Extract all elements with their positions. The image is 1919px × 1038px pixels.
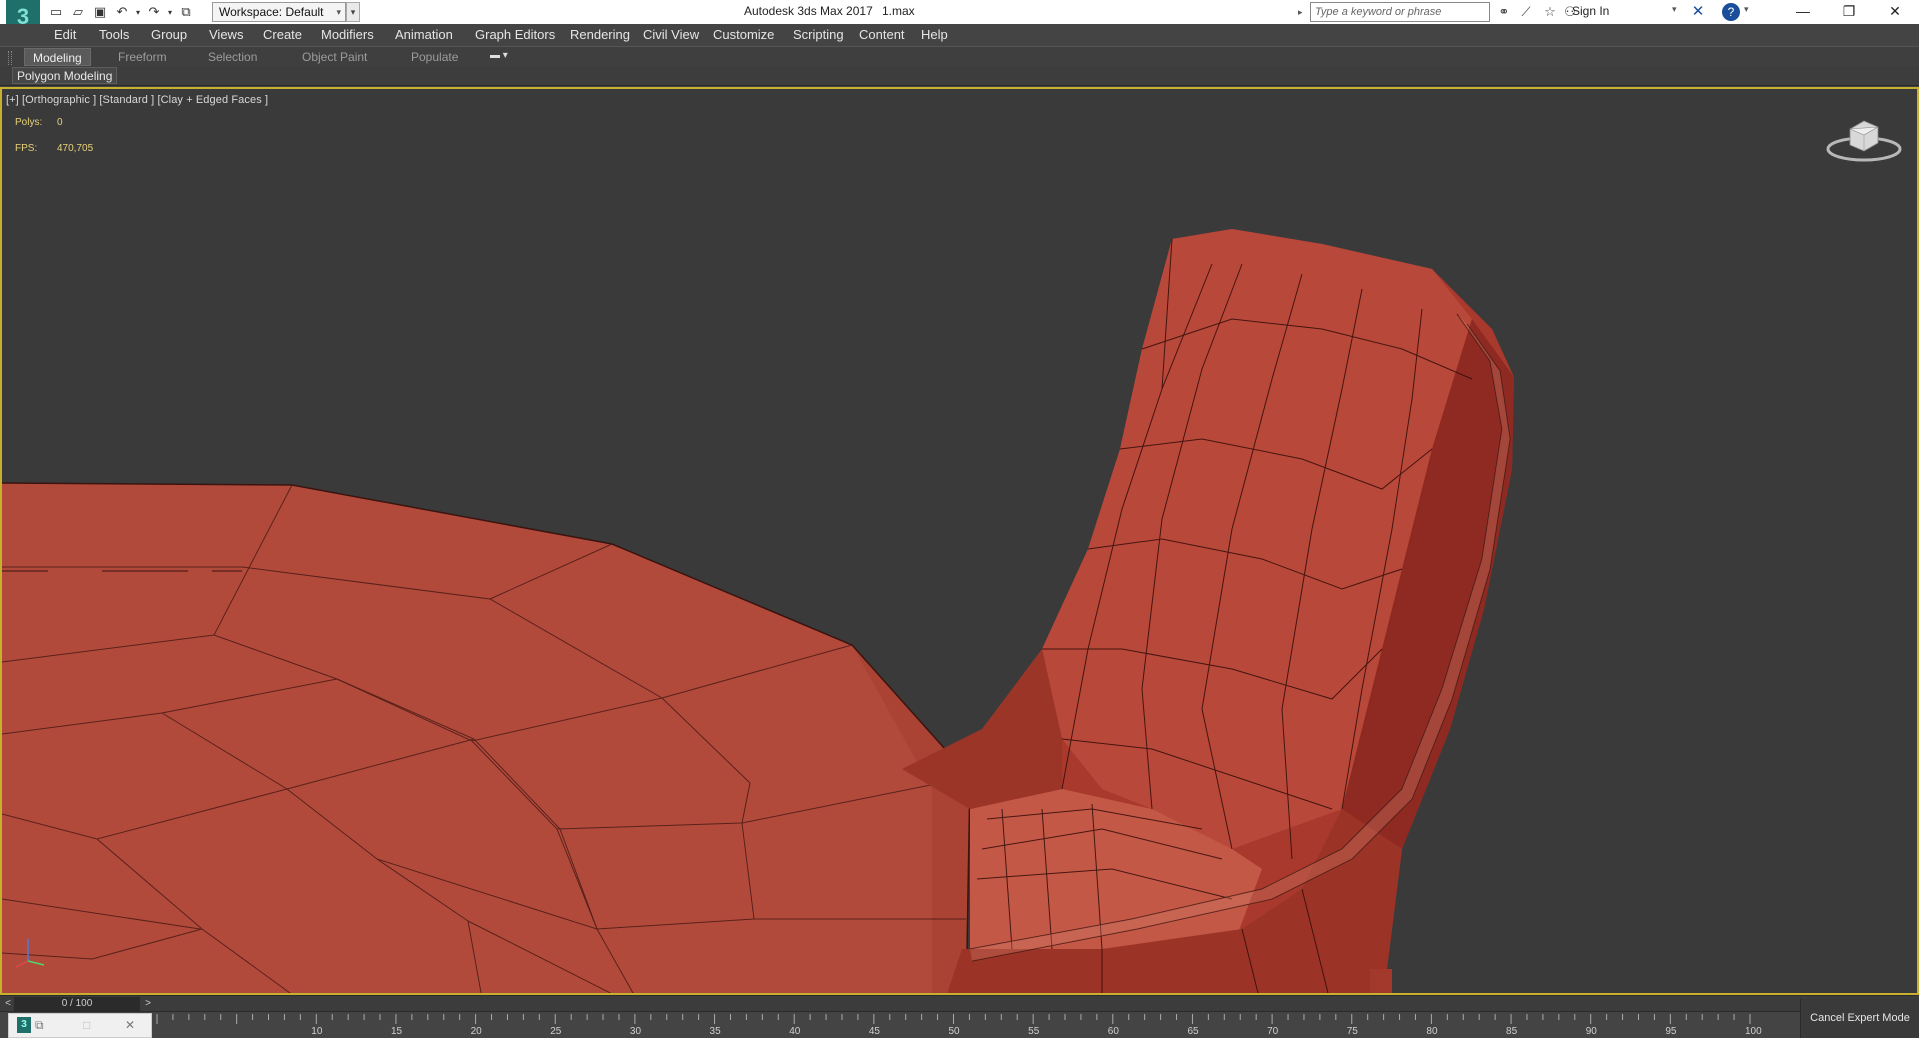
menu-edit[interactable]: Edit <box>54 27 76 42</box>
tab-freeform[interactable]: Freeform <box>110 48 175 66</box>
stat-fps-label: FPS: <box>15 143 38 154</box>
redo-dropdown-icon[interactable]: ▾ <box>166 3 174 21</box>
sign-in-button[interactable]: Sign In <box>1572 4 1609 18</box>
track-tick-label: 85 <box>1506 1026 1518 1037</box>
menu-civil-view[interactable]: Civil View <box>643 27 699 42</box>
chair-mesh <box>902 229 1514 993</box>
track-tick-label: 15 <box>390 1026 403 1037</box>
viewport-label[interactable]: [+] [Orthographic ] [Standard ] [Clay + … <box>6 94 268 106</box>
chevron-down-icon[interactable]: ▾ <box>1744 4 1749 15</box>
menu-views[interactable]: Views <box>209 27 243 42</box>
track-tick-label: 10 <box>311 1026 323 1037</box>
communication-icon[interactable]: ⟋ <box>1516 3 1536 21</box>
track-tick-label: 60 <box>1107 1026 1119 1037</box>
menu-customize[interactable]: Customize <box>713 27 774 42</box>
customize-quick-access-button[interactable]: ▾ <box>346 2 360 22</box>
taskbar-thumbnail[interactable]: 3 ⧉ □ ✕ <box>8 1013 152 1038</box>
window-file-name: 1.max <box>882 4 915 18</box>
time-next-button[interactable]: > <box>142 997 154 1011</box>
project-icon[interactable]: ⧉ <box>176 3 196 21</box>
menu-tools[interactable]: Tools <box>99 27 129 42</box>
menu-rendering[interactable]: Rendering <box>570 27 630 42</box>
track-tick-label: 100 <box>1745 1026 1762 1037</box>
track-tick-label: 80 <box>1426 1026 1438 1037</box>
new-file-icon[interactable]: ▭ <box>46 3 66 21</box>
tab-populate[interactable]: Populate <box>403 48 466 66</box>
tab-object-paint[interactable]: Object Paint <box>294 48 375 66</box>
menu-group[interactable]: Group <box>151 27 187 42</box>
track-tick-label: 35 <box>709 1026 721 1037</box>
redo-icon[interactable]: ↷ <box>144 3 164 21</box>
stat-polys-label: Polys: <box>15 117 43 128</box>
save-icon[interactable]: ▣ <box>90 3 110 21</box>
polygon-modeling-panel[interactable]: Polygon Modeling <box>12 67 118 84</box>
window-title: Autodesk 3ds Max 2017 <box>744 4 873 18</box>
track-tick-label: 75 <box>1346 1026 1358 1037</box>
track-tick-label: 40 <box>789 1026 801 1037</box>
track-tick-label: 55 <box>1028 1026 1040 1037</box>
stat-polys-value: 0 <box>57 117 63 128</box>
track-tick-label: 50 <box>948 1026 960 1037</box>
ribbon-options-icon[interactable]: ▬ ▾ <box>490 50 508 61</box>
binoculars-icon[interactable]: ⚭ <box>1494 3 1514 21</box>
viewport-orthographic[interactable]: [+] [Orthographic ] [Standard ] [Clay + … <box>0 87 1919 995</box>
stat-fps: FPS: 470,705 <box>15 143 93 154</box>
menu-scripting[interactable]: Scripting <box>793 27 844 42</box>
close-button[interactable]: ✕ <box>1872 0 1918 24</box>
track-tick-label: 70 <box>1267 1026 1279 1037</box>
viewcube-icon[interactable] <box>1824 109 1904 169</box>
table-mesh <box>2 482 971 993</box>
menu-graph-editors[interactable]: Graph Editors <box>475 27 555 42</box>
workspace-label: Workspace: Default <box>219 5 324 19</box>
chevron-down-icon[interactable]: ▾ <box>1672 4 1677 15</box>
maximize-icon[interactable]: □ <box>83 1018 90 1032</box>
restore-icon[interactable]: ⧉ <box>35 1018 44 1033</box>
menu-content[interactable]: Content <box>859 27 905 42</box>
time-slider-thumb[interactable]: 0 / 100 <box>14 997 140 1011</box>
open-file-icon[interactable]: ▱ <box>68 3 88 21</box>
ribbon-grip-handle[interactable] <box>8 51 12 65</box>
ribbon-panel: Polygon Modeling <box>0 66 1919 86</box>
minimize-button[interactable]: — <box>1780 0 1826 24</box>
chevron-down-icon: ▾ <box>336 7 341 17</box>
undo-dropdown-icon[interactable]: ▾ <box>134 3 142 21</box>
autodesk-x-icon[interactable]: ✕ <box>1688 3 1708 21</box>
quick-access-toolbar: ▭ ▱ ▣ ↶ ▾ ↷ ▾ ⧉ <box>46 3 196 21</box>
cancel-expert-mode-button[interactable]: Cancel Expert Mode <box>1800 999 1919 1038</box>
track-tick-label: 20 <box>470 1026 482 1037</box>
menu-animation[interactable]: Animation <box>395 27 453 42</box>
menu-create[interactable]: Create <box>263 27 302 42</box>
axis-tripod-icon <box>15 939 45 968</box>
app-logo-icon: 3 <box>17 1017 31 1033</box>
track-tick-label: 30 <box>629 1026 642 1037</box>
tab-selection[interactable]: Selection <box>200 48 265 66</box>
track-tick-label: 95 <box>1665 1026 1677 1037</box>
ribbon-tabs: Modeling Freeform Selection Object Paint… <box>0 46 1919 66</box>
menu-bar: Edit Tools Group Views Create Modifiers … <box>0 24 1919 46</box>
track-tick-label: 90 <box>1585 1026 1597 1037</box>
track-tick-label: 25 <box>550 1026 562 1037</box>
time-prev-button[interactable]: < <box>2 997 14 1011</box>
stat-fps-value: 470,705 <box>57 143 94 154</box>
favorites-icon[interactable]: ☆ <box>1540 3 1560 21</box>
menu-modifiers[interactable]: Modifiers <box>321 27 374 42</box>
title-bar: 3 ▭ ▱ ▣ ↶ ▾ ↷ ▾ ⧉ Workspace: Default ▾ ▾… <box>0 0 1919 40</box>
restore-button[interactable]: ❐ <box>1826 0 1872 24</box>
track-tick-label: 65 <box>1187 1026 1199 1037</box>
workspace-select[interactable]: Workspace: Default ▾ <box>212 2 346 22</box>
search-input[interactable]: Type a keyword or phrase <box>1310 2 1490 22</box>
menu-help[interactable]: Help <box>921 27 948 42</box>
undo-icon[interactable]: ↶ <box>112 3 132 21</box>
help-icon[interactable]: ? <box>1722 3 1740 21</box>
search-expand-icon[interactable]: ▸ <box>1298 3 1308 21</box>
scene-mesh[interactable] <box>2 89 1917 993</box>
stat-polys: Polys: 0 <box>15 117 63 128</box>
track-tick-label: 45 <box>868 1026 880 1037</box>
tab-modeling[interactable]: Modeling <box>24 48 91 66</box>
close-icon[interactable]: ✕ <box>125 1018 135 1032</box>
time-slider[interactable]: < 0 / 100 > <box>0 995 1919 1011</box>
